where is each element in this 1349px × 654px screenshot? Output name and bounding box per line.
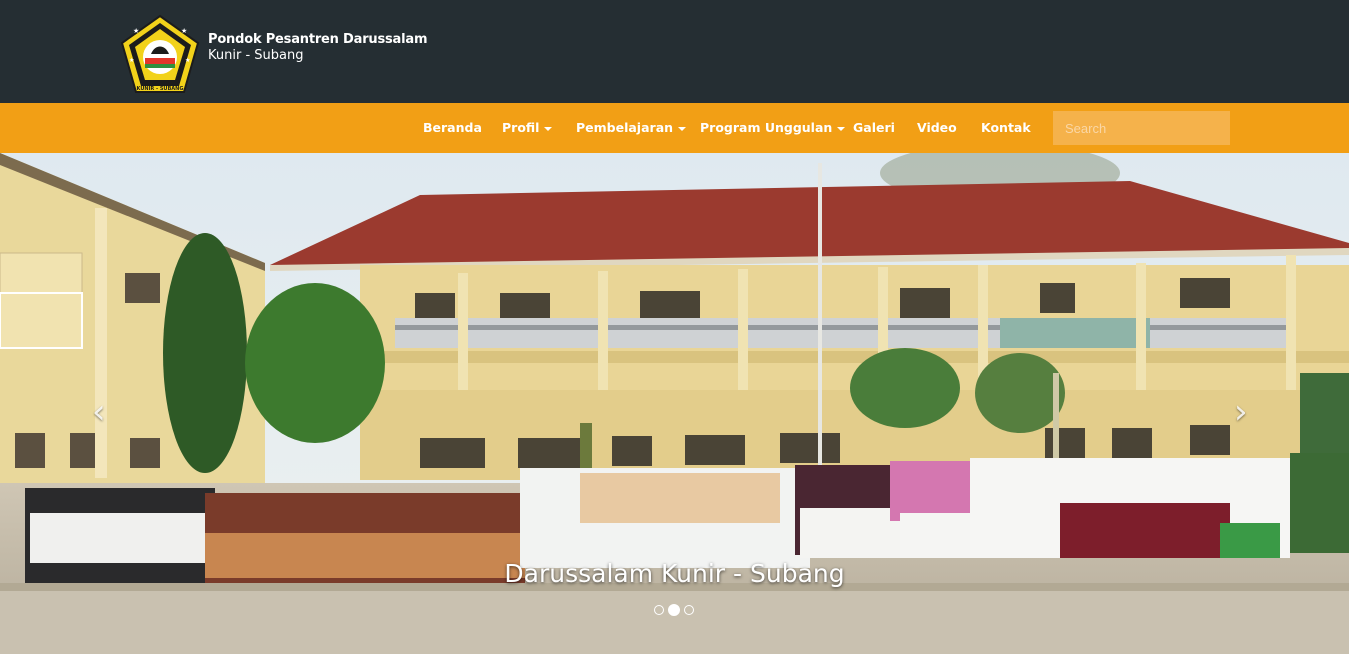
nav-item-kontak[interactable]: Kontak bbox=[981, 103, 1031, 153]
search-input[interactable] bbox=[1053, 111, 1230, 145]
nav-item-program-unggulan[interactable]: Program Unggulan bbox=[700, 103, 846, 153]
caret-down-icon bbox=[837, 126, 846, 131]
chevron-right-icon: › bbox=[1234, 392, 1248, 432]
nav-label: Video bbox=[917, 120, 957, 135]
nav-label: Profil bbox=[502, 120, 540, 135]
school-logo[interactable]: ★ ★ ★ ★ KUNIR - SUBANG bbox=[119, 14, 201, 96]
caret-down-icon bbox=[544, 126, 553, 131]
site-name: Pondok Pesantren Darussalam bbox=[208, 32, 428, 47]
site-location: Kunir - Subang bbox=[208, 48, 304, 63]
chevron-left-icon: ‹ bbox=[92, 392, 106, 432]
svg-text:★: ★ bbox=[129, 57, 134, 64]
svg-text:★: ★ bbox=[185, 57, 190, 64]
nav-label: Galeri bbox=[853, 120, 895, 135]
site-brand[interactable]: Pondok Pesantren Darussalam Kunir - Suba… bbox=[208, 32, 428, 63]
carousel-indicator-2[interactable] bbox=[668, 604, 680, 616]
nav-item-profil[interactable]: Profil bbox=[502, 103, 553, 153]
nav-item-beranda[interactable]: Beranda bbox=[423, 103, 482, 153]
nav-label: Kontak bbox=[981, 120, 1031, 135]
caret-down-icon bbox=[678, 126, 687, 131]
carousel-caption: Darussalam Kunir - Subang bbox=[504, 559, 845, 588]
nav-label: Beranda bbox=[423, 120, 482, 135]
site-header: ★ ★ ★ ★ KUNIR - SUBANG Pondok Pesantren … bbox=[0, 0, 1349, 103]
nav-label: Pembelajaran bbox=[576, 120, 674, 135]
carousel-indicator-1[interactable] bbox=[654, 605, 664, 615]
nav-label: Program Unggulan bbox=[700, 120, 833, 135]
hero-carousel: ‹ › Darussalam Kunir - Subang bbox=[0, 153, 1349, 654]
nav-item-video[interactable]: Video bbox=[917, 103, 957, 153]
carousel-indicator-3[interactable] bbox=[684, 605, 694, 615]
svg-text:★: ★ bbox=[133, 27, 139, 35]
svg-text:★: ★ bbox=[181, 27, 187, 35]
carousel-prev-control[interactable]: ‹ bbox=[92, 395, 106, 429]
main-navbar: Beranda Profil Pembelajaran Program Ungg… bbox=[0, 103, 1349, 153]
logo-text: KUNIR - SUBANG bbox=[137, 86, 184, 92]
carousel-next-control[interactable]: › bbox=[1234, 395, 1248, 429]
nav-item-pembelajaran[interactable]: Pembelajaran bbox=[576, 103, 687, 153]
nav-item-galeri[interactable]: Galeri bbox=[853, 103, 895, 153]
